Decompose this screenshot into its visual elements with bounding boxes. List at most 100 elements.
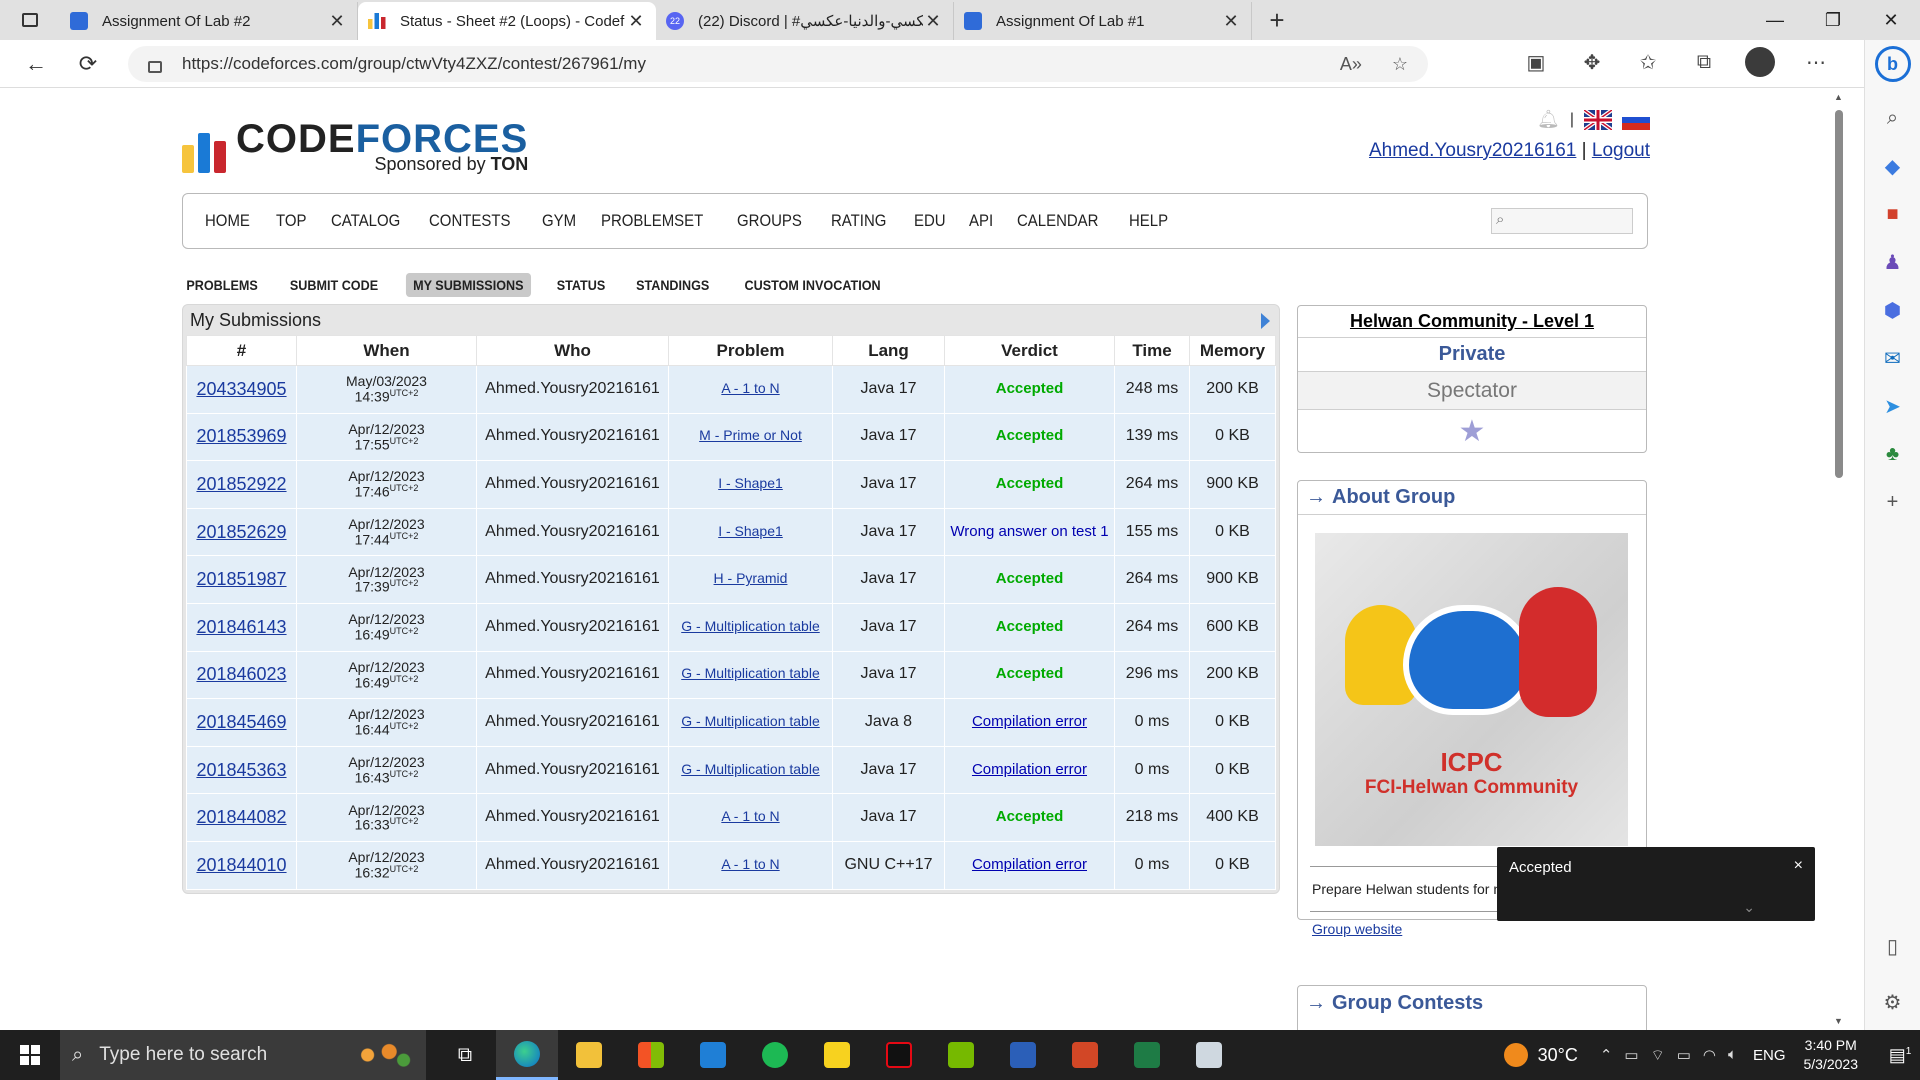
submission-id-link[interactable]: 201846023 xyxy=(196,664,286,684)
tab-close-button[interactable]: ✕ xyxy=(327,11,347,32)
tab-close-button[interactable]: ✕ xyxy=(1221,11,1241,32)
menu-help[interactable]: HELP xyxy=(1129,211,1168,231)
menu-groups[interactable]: GROUPS xyxy=(737,211,802,231)
verdict-label[interactable]: Compilation error xyxy=(972,713,1087,730)
taskbar-search-input[interactable]: ⌕ Type here to search xyxy=(60,1030,426,1080)
favorites-icon[interactable]: ✩ xyxy=(1632,46,1664,78)
verdict-label[interactable]: Compilation error xyxy=(972,856,1087,873)
site-search-input[interactable]: ⌕ xyxy=(1491,208,1633,234)
menu-home[interactable]: HOME xyxy=(205,211,250,231)
excel-icon[interactable] xyxy=(1116,1030,1178,1080)
tab-close-button[interactable]: ✕ xyxy=(626,11,646,32)
clock[interactable]: 3:40 PM 5/3/2023 xyxy=(1804,1036,1859,1074)
submission-id-link[interactable]: 201846143 xyxy=(196,617,286,637)
menu-gym[interactable]: GYM xyxy=(542,211,576,231)
submission-id-link[interactable]: 201845469 xyxy=(196,712,286,732)
maximize-button[interactable]: ❐ xyxy=(1804,0,1862,40)
close-window-button[interactable]: ✕ xyxy=(1862,0,1920,40)
menu-top[interactable]: TOP xyxy=(276,211,306,231)
spotify-icon[interactable] xyxy=(744,1030,806,1080)
device-icon[interactable]: ▭ xyxy=(1624,1046,1638,1065)
microsoft-store-icon[interactable] xyxy=(620,1030,682,1080)
games-icon[interactable]: ♟ xyxy=(1877,244,1909,280)
favorite-star-icon[interactable]: ★ xyxy=(1459,414,1486,449)
tools-briefcase-icon[interactable]: ■ xyxy=(1877,196,1909,232)
codeforces-logo[interactable]: CODEFORCES Sponsored by TON xyxy=(182,119,528,173)
problem-link[interactable]: G - Multiplication table xyxy=(681,713,820,729)
wifi-icon[interactable]: ◠ xyxy=(1703,1046,1716,1065)
browser-tab-active[interactable]: Status - Sheet #2 (Loops) - Codef ✕ xyxy=(358,2,656,40)
more-menu-icon[interactable]: ⋯ xyxy=(1800,46,1832,78)
submenu-my-submissions[interactable]: MY SUBMISSIONS xyxy=(406,273,532,297)
browser-tab[interactable]: 22 (22) Discord | #عكسي-والدنيا-عكسي ✕ xyxy=(656,2,954,40)
menu-catalog[interactable]: CATALOG xyxy=(331,211,400,231)
profile-avatar[interactable] xyxy=(1744,46,1776,78)
problem-link[interactable]: I - Shape1 xyxy=(718,475,783,491)
problem-link[interactable]: G - Multiplication table xyxy=(681,665,820,681)
language-indicator[interactable]: ENG xyxy=(1753,1047,1786,1064)
tab-actions-button[interactable] xyxy=(0,0,60,40)
new-tab-button[interactable]: + xyxy=(1252,2,1302,40)
refresh-button[interactable]: ⟳ xyxy=(62,51,114,77)
menu-calendar[interactable]: CALENDAR xyxy=(1017,211,1098,231)
submission-id-link[interactable]: 201852629 xyxy=(196,522,286,542)
notification-center-icon[interactable]: ▤1 xyxy=(1880,1045,1920,1066)
back-button[interactable]: ← xyxy=(10,51,62,77)
read-aloud-icon[interactable]: A» xyxy=(1340,54,1362,75)
menu-edu[interactable]: EDU xyxy=(914,211,946,231)
problem-link[interactable]: A - 1 to N xyxy=(721,380,779,396)
network-icon[interactable]: ⌔ xyxy=(1651,1046,1665,1065)
scroll-up-icon[interactable]: ▲ xyxy=(1834,92,1843,102)
volume-icon[interactable]: 🔈︎ xyxy=(1728,1046,1737,1065)
menu-problemset[interactable]: PROBLEMSET xyxy=(601,211,703,231)
problem-link[interactable]: G - Multiplication table xyxy=(681,761,820,777)
tree-icon[interactable]: ♣ xyxy=(1877,436,1909,472)
logout-link[interactable]: Logout xyxy=(1592,140,1650,161)
submenu-standings[interactable]: STANDINGS xyxy=(629,273,717,297)
minimize-button[interactable]: — xyxy=(1746,0,1804,40)
weather-widget[interactable]: 30°C xyxy=(1503,1043,1578,1067)
sticky-notes-icon[interactable] xyxy=(806,1030,868,1080)
battery-icon[interactable]: ▭ xyxy=(1677,1046,1691,1065)
menu-contests[interactable]: CONTESTS xyxy=(429,211,510,231)
username-link[interactable]: Ahmed.Yousry20216161 xyxy=(1369,140,1576,161)
problem-link[interactable]: A - 1 to N xyxy=(721,856,779,872)
browser-tab[interactable]: Assignment Of Lab #2 ✕ xyxy=(60,2,358,40)
browser-tab[interactable]: Assignment Of Lab #1 ✕ xyxy=(954,2,1252,40)
remote-desktop-icon[interactable] xyxy=(1178,1030,1240,1080)
problem-link[interactable]: I - Shape1 xyxy=(718,523,783,539)
scroll-thumb[interactable] xyxy=(1835,110,1843,478)
group-website-link[interactable]: Group website xyxy=(1312,921,1402,937)
submission-id-link[interactable]: 201853969 xyxy=(196,426,286,446)
close-icon[interactable]: × xyxy=(1794,857,1803,875)
outlook-icon[interactable]: ✉ xyxy=(1877,340,1909,376)
submission-id-link[interactable]: 201852922 xyxy=(196,474,286,494)
submission-id-link[interactable]: 201845363 xyxy=(196,760,286,780)
url-text[interactable]: https://codeforces.com/group/ctwVty4ZXZ/… xyxy=(182,54,646,74)
submission-id-link[interactable]: 204334905 xyxy=(196,379,286,399)
collections-icon[interactable]: ⧉ xyxy=(1688,46,1720,78)
contest-name-link[interactable]: Helwan Community - Level 1 xyxy=(1350,311,1594,332)
page-scrollbar[interactable]: ▲ ▼ xyxy=(1832,92,1846,1026)
chevron-up-icon[interactable]: ⌃ xyxy=(1600,1046,1613,1065)
submission-id-link[interactable]: 201844082 xyxy=(196,807,286,827)
submission-id-link[interactable]: 201851987 xyxy=(196,569,286,589)
problem-link[interactable]: A - 1 to N xyxy=(721,808,779,824)
shopping-tag-icon[interactable]: ◆ xyxy=(1877,148,1909,184)
nvidia-icon[interactable] xyxy=(930,1030,992,1080)
netflix-icon[interactable] xyxy=(868,1030,930,1080)
chevron-down-icon[interactable]: ⌄ xyxy=(1743,899,1755,916)
problem-link[interactable]: G - Multiplication table xyxy=(681,618,820,634)
menu-api[interactable]: API xyxy=(969,211,993,231)
reading-view-icon[interactable]: ▣ xyxy=(1520,46,1552,78)
add-favorite-icon[interactable]: ☆ xyxy=(1392,54,1408,75)
english-flag-icon[interactable] xyxy=(1584,109,1612,130)
edge-app-icon[interactable] xyxy=(496,1030,558,1080)
notification-bell-icon[interactable]: 🔔︎ xyxy=(1537,109,1560,130)
search-icon[interactable]: ⌕ xyxy=(1877,100,1909,136)
file-explorer-icon[interactable] xyxy=(558,1030,620,1080)
settings-gear-icon[interactable]: ⚙ xyxy=(1877,984,1909,1020)
extensions-icon[interactable]: ✥ xyxy=(1576,46,1608,78)
add-icon[interactable]: + xyxy=(1877,484,1909,520)
scroll-down-icon[interactable]: ▼ xyxy=(1834,1016,1843,1026)
